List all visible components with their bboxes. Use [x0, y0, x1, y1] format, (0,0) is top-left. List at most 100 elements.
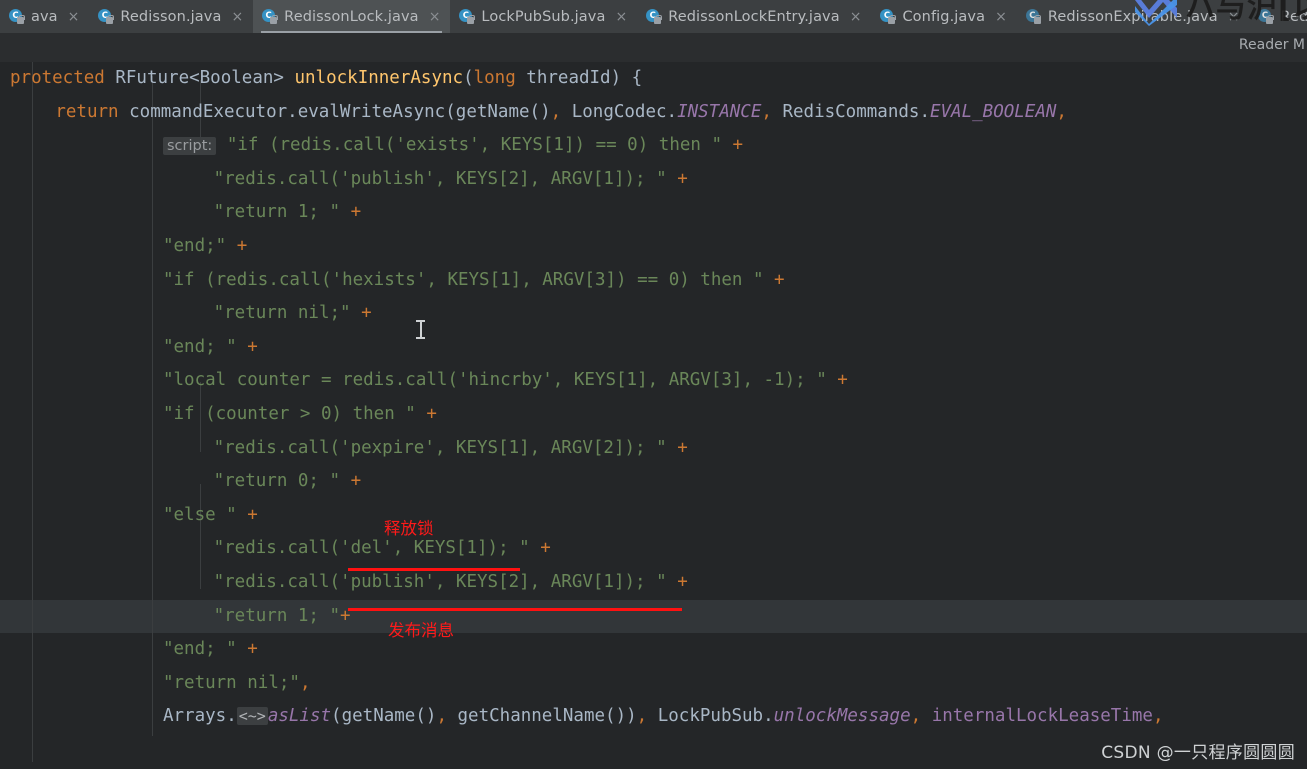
editor-tab-label: LockPubSub.java	[481, 8, 606, 25]
close-icon[interactable]: ×	[850, 10, 862, 24]
code-token-kw: long	[473, 68, 527, 88]
code-token-fn: unlockInnerAsync	[294, 68, 464, 88]
code-token-str: "if (redis.call('exists', KEYS[1]) == 0)…	[226, 135, 722, 156]
code-token-plus: +	[226, 235, 248, 256]
code-token-plus: +	[722, 135, 744, 156]
code-token-id: RedisCommands	[771, 101, 920, 122]
code-token-id: getChannelName	[446, 706, 606, 727]
code-token-comma: ,	[910, 706, 922, 727]
code-token-punc: (	[445, 101, 456, 122]
code-line-text: "else " +	[0, 499, 258, 533]
editor-tab-config-java[interactable]: C Config.java ×	[871, 0, 1017, 33]
code-token-str: "redis.call('publish', KEYS[2], ARGV[1])…	[213, 168, 667, 189]
code-token-stat: unlockMessage	[773, 706, 911, 727]
code-line-text: "local counter = redis.call('hincrby', K…	[0, 364, 848, 398]
code-token-plus: +	[826, 370, 848, 391]
code-token-stat: EVAL_BOOLEAN	[929, 101, 1057, 122]
code-token-str: "return 0; "	[213, 471, 341, 492]
code-token-plus: +	[666, 571, 688, 592]
code-token-stat: asList	[267, 706, 332, 727]
code-token-punc: (	[463, 68, 474, 88]
code-token-punc: ) {	[610, 68, 643, 88]
code-token-plus: +	[350, 303, 372, 324]
java-class-icon: C	[262, 9, 278, 24]
code-line-text: Arrays. <~> asList(getName(), getChannelNa…	[0, 700, 1164, 734]
java-class-icon: C	[880, 9, 896, 24]
code-line-text: "redis.call('publish', KEYS[2], ARGV[1])…	[0, 163, 688, 197]
editor-tab-label: Redisson.java	[120, 8, 222, 25]
code-token-str: "if (counter > 0) then "	[162, 403, 416, 424]
editor-tab-ava[interactable]: Cava ×	[0, 0, 90, 33]
code-token-id: Arrays	[162, 706, 227, 727]
code-token-stat: INSTANCE	[677, 101, 762, 122]
code-token-id: threadId	[526, 68, 611, 88]
code-line-text: script: "if (redis.call('exists', KEYS[1…	[0, 129, 743, 164]
java-class-icon: C	[98, 9, 114, 24]
code-line[interactable]: Arrays. <~> asList(getName(), getChannelNa…	[0, 700, 1307, 734]
code-token-str: "return nil;"	[213, 303, 351, 324]
java-class-icon: C	[1025, 9, 1042, 24]
code-token-typ: RFuture<Boolean>	[115, 68, 295, 88]
close-icon[interactable]: ×	[1228, 10, 1240, 24]
code-token-str: "redis.call('del', KEYS[1]); "	[213, 538, 530, 559]
code-token-punc: ()	[529, 101, 551, 122]
code-token-id: LongCodec	[561, 101, 667, 122]
editor-tab-bar[interactable]: Cava × C Redisson.java × C RedissonLock.java × C…	[0, 0, 1307, 33]
editor-tab-redissonlock-java[interactable]: C RedissonLock.java ×	[253, 0, 451, 33]
editor-tab-redisson-java[interactable]: C Redisson.java ×	[89, 0, 254, 33]
java-class-icon: C	[9, 9, 25, 24]
editor-tab-redissonexpirable-java[interactable]: C RedissonExpirable.java ×	[1016, 0, 1250, 33]
code-token-comma: ,	[761, 101, 772, 122]
code-line-text: "if (redis.call('hexists', KEYS[1], ARGV…	[0, 264, 785, 298]
code-token-str: "return nil;"	[162, 672, 300, 693]
editor-tab-label: RedissonLock.java	[284, 8, 419, 25]
code-line-text: "return 1; "+	[0, 600, 351, 634]
close-icon[interactable]: ×	[429, 10, 441, 24]
code-token-id: evalWriteAsync	[297, 101, 446, 122]
publish-keys-argv-underline	[348, 608, 682, 611]
code-token-punc: .	[919, 101, 930, 122]
code-token-str: "return 1; "	[213, 202, 341, 223]
code-token-kw: protected	[10, 68, 116, 88]
code-line-text: "redis.call('publish', KEYS[2], ARGV[1])…	[0, 566, 688, 600]
code-token-str: "local counter = redis.call('hincrby', K…	[162, 370, 827, 391]
code-token-plus: +	[340, 202, 362, 223]
editor-tab-lockpubsub-java[interactable]: C LockPubSub.java ×	[450, 0, 638, 33]
code-token-comma: ,	[1056, 101, 1067, 122]
close-icon[interactable]: ×	[231, 10, 243, 24]
code-token-plus: +	[666, 437, 688, 458]
del-keys-underline	[348, 568, 520, 571]
java-class-icon: C	[1258, 9, 1274, 24]
code-token-str: "end; "	[162, 336, 237, 357]
code-line-text: "return 1; " +	[0, 196, 362, 230]
editor-header-strip: Reader M	[0, 33, 1307, 62]
code-token-id: commandExecutor	[129, 101, 288, 122]
code-token-plus: +	[529, 538, 551, 559]
text-ibeam-cursor	[416, 320, 425, 339]
code-token-punc: .	[666, 101, 678, 122]
close-icon[interactable]: ×	[615, 10, 627, 24]
editor-tab-redissonc[interactable]: C RedissonC	[1249, 0, 1307, 33]
code-line-text: return commandExecutor.evalWriteAsync(ge…	[0, 96, 1067, 130]
code-token-plus: +	[666, 168, 688, 189]
code-line-text: "end;" +	[0, 230, 247, 264]
code-token-str: "end;"	[162, 235, 227, 256]
code-line-text: protected RFuture<Boolean> unlockInnerAs…	[0, 62, 642, 96]
code-editor[interactable]: protected RFuture<Boolean> unlockInnerAs…	[0, 62, 1307, 769]
editor-tab-redissonlockentry-java[interactable]: C RedissonLockEntry.java ×	[637, 0, 872, 33]
code-line-text: "return nil;" +	[0, 297, 372, 331]
code-token-str: "return 1; "	[213, 605, 341, 626]
code-line-text: "return nil;",	[0, 667, 311, 701]
code-token-id: getName	[341, 706, 416, 727]
close-icon[interactable]: ×	[995, 10, 1007, 24]
code-token-plus: +	[415, 403, 437, 424]
code-token-plus: +	[236, 336, 258, 357]
editor-tab-label: RedissonExpirable.java	[1047, 8, 1218, 25]
code-line-text: "redis.call('pexpire', KEYS[1], ARGV[2])…	[0, 432, 688, 466]
code-token-comma: ,	[436, 706, 447, 727]
editor-tab-label: Config.java	[902, 8, 986, 25]
code-token-id: getName	[455, 101, 530, 122]
code-token-str: "end; "	[162, 639, 237, 660]
code-line-text: "return 0; " +	[0, 465, 362, 499]
close-icon[interactable]: ×	[68, 10, 80, 24]
